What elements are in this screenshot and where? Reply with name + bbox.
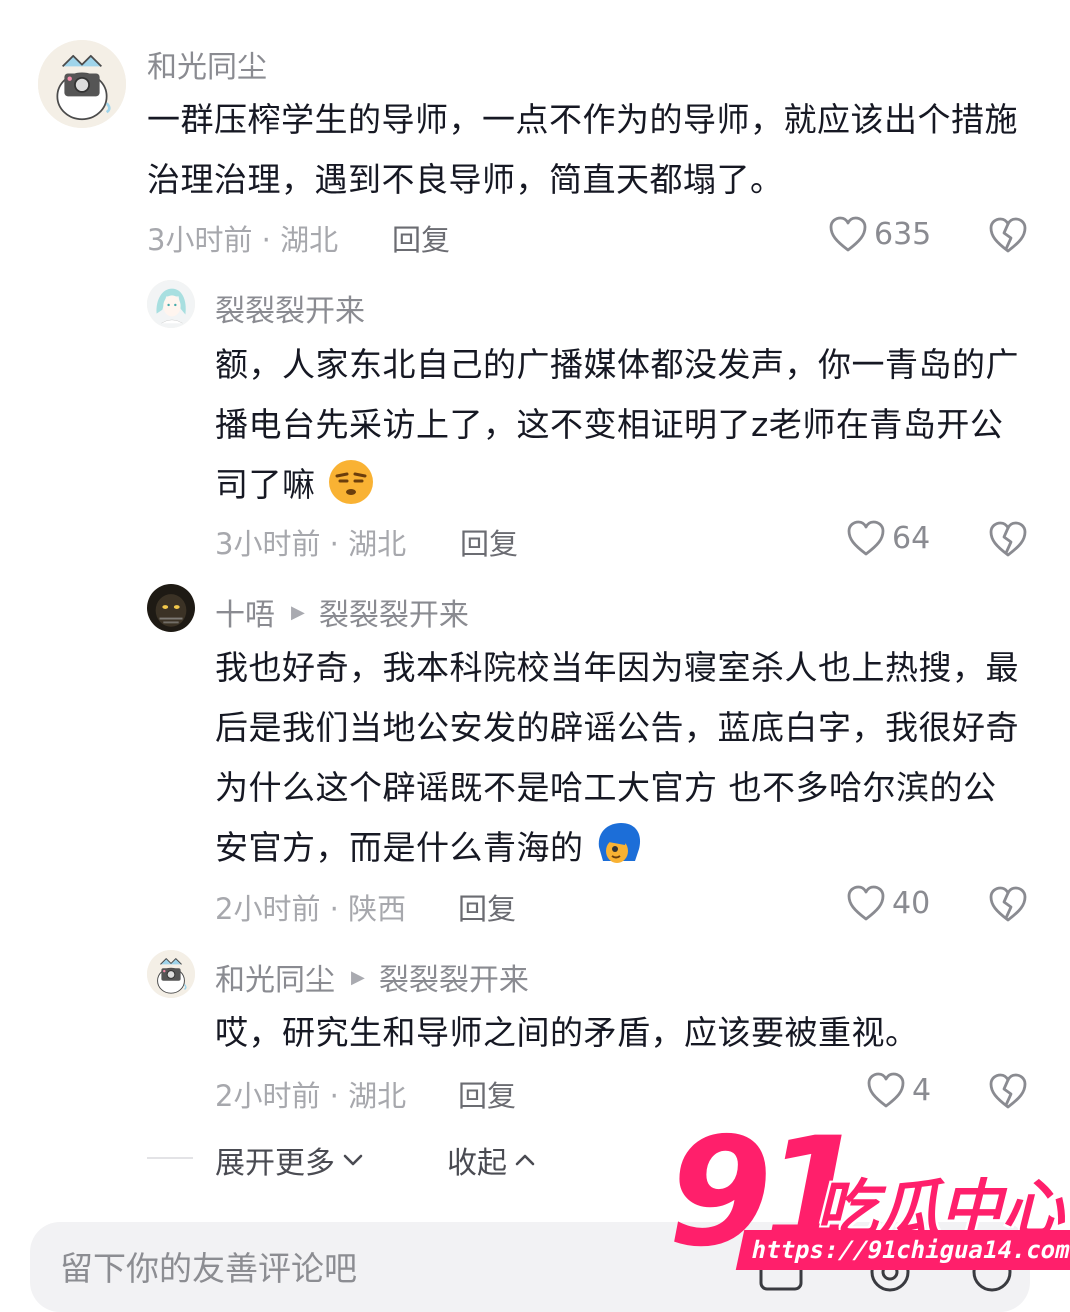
comment-author[interactable]: 和光同尘 [147, 42, 267, 86]
comment-input-placeholder[interactable]: 留下你的友善评论吧 [60, 1242, 357, 1290]
chevron-up-icon [515, 1154, 535, 1166]
heart-icon [866, 1071, 906, 1109]
broken-heart-icon [988, 520, 1028, 558]
reply-arrow-icon: ▶ [351, 966, 365, 988]
like-count: 4 [912, 1072, 932, 1108]
dislike-button[interactable] [988, 520, 1028, 562]
anime-girl-avatar-image [147, 280, 195, 328]
reply-button[interactable]: 回复 [458, 1073, 516, 1115]
like-button[interactable]: 40 [846, 884, 930, 922]
comment-author[interactable]: 裂裂裂开来 [215, 286, 365, 330]
like-count: 635 [874, 216, 932, 252]
thread-divider [147, 1157, 193, 1159]
heart-icon [828, 215, 868, 253]
comment-text: 额，人家东北自己的广播媒体都没发声，你一青岛的广播电台先采访上了，这不变相证明了… [215, 335, 1027, 515]
comment-meta: 3小时前 · 湖北 [147, 223, 339, 257]
broken-heart-icon [988, 885, 1028, 923]
like-button[interactable]: 635 [828, 215, 931, 253]
expand-more-label: 展开更多 [215, 1146, 335, 1181]
reply-to-name[interactable]: 裂裂裂开来 [319, 590, 469, 634]
dislike-button[interactable] [988, 885, 1028, 927]
reply-button[interactable]: 回复 [460, 521, 518, 563]
avatar[interactable] [147, 950, 195, 998]
comment-text: 一群压榨学生的导师，一点不作为的导师，就应该出个措施治理治理，遇到不良导师，简直… [147, 90, 1027, 210]
reply-to-name[interactable]: 裂裂裂开来 [379, 955, 529, 999]
comment-author[interactable]: 和光同尘 ▶ 裂裂裂开来 [215, 955, 529, 999]
like-count: 40 [892, 885, 931, 921]
heart-icon [846, 884, 886, 922]
heart-icon [846, 519, 886, 557]
dark-cat-avatar-image [147, 584, 195, 632]
author-name[interactable]: 和光同尘 [215, 955, 335, 999]
comment-text: 我也好奇，我本科院校当年因为寝室杀人也上热搜，最后是我们当地公安发的辟谣公告，蓝… [215, 638, 1027, 878]
broken-heart-icon [988, 216, 1028, 254]
smirk-emoji [328, 460, 373, 504]
expand-more-button[interactable]: 展开更多 [215, 1138, 363, 1182]
broken-heart-icon [988, 1072, 1028, 1110]
comment-text: 哎，研究生和导师之间的矛盾，应该要被重视。 [215, 1003, 1027, 1063]
like-button[interactable]: 64 [846, 519, 930, 557]
dislike-button[interactable] [988, 1072, 1028, 1114]
comment-author[interactable]: 十唔 ▶ 裂裂裂开来 [215, 590, 469, 634]
avatar[interactable] [147, 280, 195, 328]
reply-button[interactable]: 回复 [458, 886, 516, 928]
reply-arrow-icon: ▶ [291, 601, 305, 623]
dislike-button[interactable] [988, 216, 1028, 258]
collapse-label: 收起 [447, 1146, 507, 1181]
cat-camera-avatar-image [38, 40, 126, 128]
watermark: 91 吃瓜中心 https://91chigua14.com [668, 1118, 1070, 1278]
avatar[interactable] [147, 584, 195, 632]
author-name[interactable]: 和光同尘 [147, 42, 267, 86]
comment-body: 哎，研究生和导师之间的矛盾，应该要被重视。 [215, 1013, 919, 1052]
comment-meta: 2小时前 · 湖北 [215, 1079, 407, 1113]
author-name[interactable]: 十唔 [215, 590, 275, 634]
comment-meta: 2小时前 · 陕西 [215, 892, 407, 926]
comment-body: 一群压榨学生的导师，一点不作为的导师，就应该出个措施治理治理，遇到不良导师，简直… [147, 100, 1018, 199]
chevron-down-icon [343, 1154, 363, 1166]
author-name[interactable]: 裂裂裂开来 [215, 286, 365, 330]
collapse-button[interactable]: 收起 [447, 1138, 535, 1182]
avatar[interactable] [38, 40, 126, 128]
reply-button[interactable]: 回复 [392, 217, 450, 259]
watermark-url: https://91chigua14.com [735, 1230, 1070, 1270]
comment-meta: 3小时前 · 湖北 [215, 527, 407, 561]
blue-hair-face-emoji [598, 823, 640, 863]
like-count: 64 [892, 520, 931, 556]
cat-camera-avatar-image [147, 950, 195, 998]
like-button[interactable]: 4 [866, 1071, 931, 1109]
